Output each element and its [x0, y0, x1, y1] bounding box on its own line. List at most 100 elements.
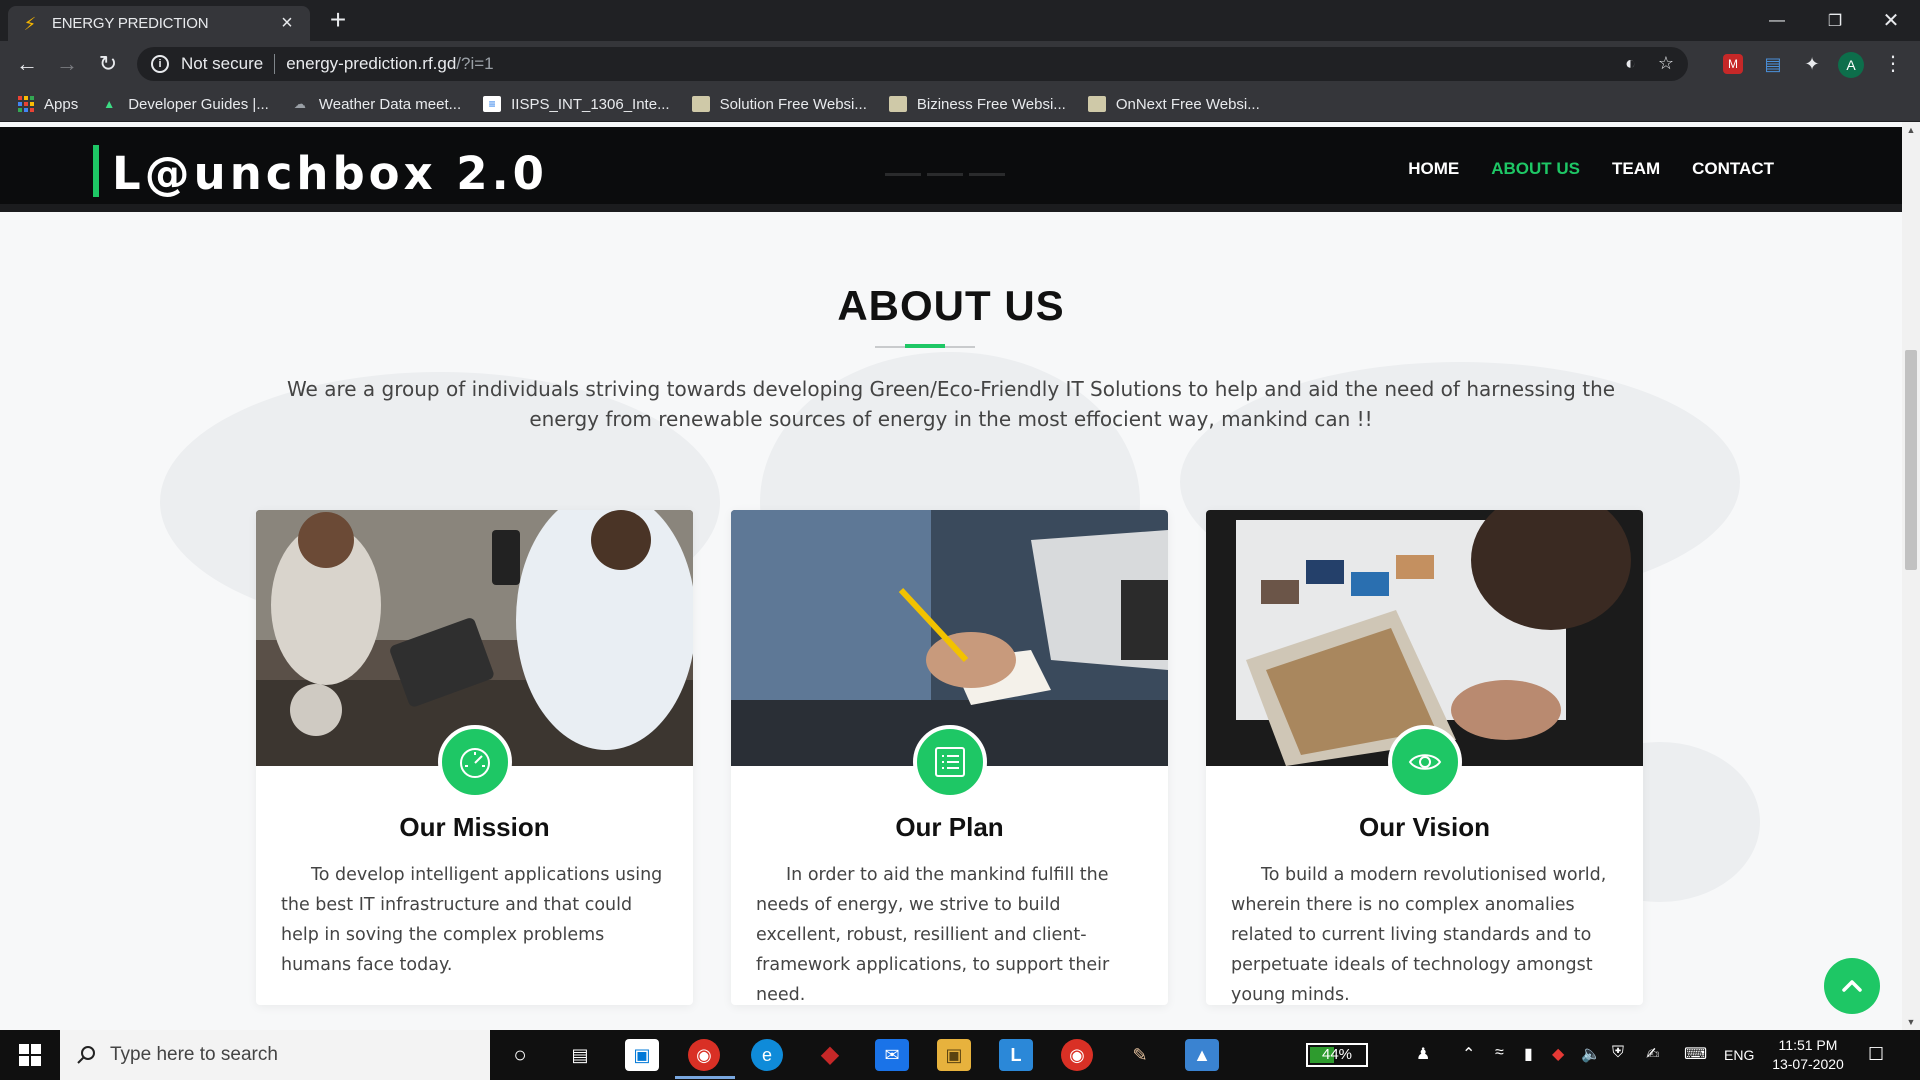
task-view-icon[interactable]: ▤: [563, 1039, 597, 1071]
file-explorer-icon[interactable]: ▣: [937, 1039, 971, 1071]
nav-about-us[interactable]: ABOUT US: [1491, 159, 1580, 179]
bookmark-label: Apps: [44, 95, 79, 113]
page-viewport: L@unchbox 2.0 HOME ABOUT US TEAM CONTACT…: [0, 122, 1902, 1030]
scroll-up-arrow-icon[interactable]: ▲: [1902, 122, 1920, 138]
launcher-l-icon[interactable]: L: [999, 1039, 1033, 1071]
reload-icon[interactable]: ↻: [93, 49, 123, 79]
battery-indicator[interactable]: 44%: [1306, 1043, 1368, 1067]
bookmark-star-icon[interactable]: ☆: [1658, 53, 1674, 74]
notifications-icon[interactable]: ☐: [1868, 1044, 1884, 1065]
taskbar-search-box[interactable]: Type here to search: [60, 1030, 490, 1080]
nav-home[interactable]: HOME: [1408, 159, 1459, 179]
bookmark-label: Biziness Free Websi...: [916, 95, 1066, 113]
bookmark-biziness[interactable]: Biziness Free Websi...: [888, 95, 1066, 113]
mcafee-extension-icon[interactable]: M: [1723, 54, 1743, 74]
card-text: To develop intelligent applications usin…: [281, 865, 663, 975]
card-vision: Our Vision To build a modern revolutioni…: [1206, 510, 1643, 1005]
bookmark-label: Solution Free Websi...: [719, 95, 867, 113]
browser-toolbar: ← → ↻ i Not secure energy-prediction.rf.…: [0, 41, 1920, 87]
bookmark-label: Developer Guides |...: [128, 95, 269, 113]
battery-tray-icon[interactable]: ▮: [1524, 1044, 1533, 1064]
list-icon: [913, 725, 987, 799]
menu-kebab-icon[interactable]: ⋮: [1880, 51, 1906, 77]
android-icon: ▲: [103, 97, 116, 111]
keyboard-icon[interactable]: ⌨: [1684, 1044, 1707, 1064]
minimize-icon[interactable]: —: [1748, 0, 1806, 41]
site-logo[interactable]: L@unchbox 2.0: [112, 147, 548, 200]
paint-icon[interactable]: ✎: [1123, 1039, 1157, 1071]
scroll-to-top-button[interactable]: [1824, 958, 1880, 1014]
photos-icon[interactable]: ▲: [1185, 1039, 1219, 1071]
wifi-icon[interactable]: ≈: [1495, 1044, 1504, 1062]
bookmark-iisps[interactable]: ≡ IISPS_INT_1306_Inte...: [483, 95, 670, 113]
cortana-icon[interactable]: ○: [503, 1039, 537, 1071]
reader-extension-icon[interactable]: ▤: [1760, 51, 1786, 77]
security-shield-icon[interactable]: ⛨: [1612, 1044, 1624, 1062]
logo-accent-bar: [93, 145, 99, 197]
site-thumbnail-icon: [888, 96, 907, 112]
window-close-icon[interactable]: ✕: [1862, 0, 1920, 41]
battery-percent: 44%: [1321, 1046, 1353, 1063]
info-icon[interactable]: i: [151, 55, 169, 73]
chrome-icon[interactable]: ◉: [688, 1039, 720, 1071]
profile-avatar[interactable]: A: [1838, 52, 1864, 78]
url-text[interactable]: energy-prediction.rf.gd/?i=1: [286, 54, 493, 74]
eye-slash-icon[interactable]: ◐: [1625, 53, 1636, 74]
bookmark-label: Weather Data meet...: [318, 95, 462, 113]
volume-icon[interactable]: 🔈: [1581, 1044, 1601, 1064]
lightning-favicon-icon: ⚡: [23, 13, 37, 34]
nav-contact[interactable]: CONTACT: [1692, 159, 1774, 179]
url-path: /?i=1: [456, 54, 494, 73]
bookmark-weather-data[interactable]: ☁ Weather Data meet...: [291, 96, 461, 113]
new-tab-icon[interactable]: +: [324, 6, 352, 34]
active-app-indicator: [675, 1076, 735, 1079]
pen-icon[interactable]: ✍: [1646, 1044, 1659, 1064]
site-thumbnail-icon: [1087, 96, 1106, 112]
store-icon[interactable]: ▣: [625, 1039, 659, 1071]
tab-title: ENERGY PREDICTION: [52, 15, 209, 32]
security-label: Not secure: [181, 54, 264, 73]
nav-team[interactable]: TEAM: [1612, 159, 1660, 179]
address-separator: [274, 54, 276, 74]
card-title: Our Plan: [895, 812, 1004, 842]
extensions-puzzle-icon[interactable]: ✦: [1799, 51, 1825, 77]
about-intro: We are a group of individuals striving t…: [286, 377, 1616, 431]
edge-icon[interactable]: e: [751, 1039, 783, 1071]
scroll-down-arrow-icon[interactable]: ▼: [1902, 1014, 1920, 1030]
apps-grid-icon: [18, 96, 34, 112]
page-scrollbar[interactable]: ▲ ▼: [1902, 122, 1920, 1030]
people-icon[interactable]: ♟: [1416, 1044, 1430, 1064]
search-icon: [77, 1046, 95, 1064]
main-nav: HOME ABOUT US TEAM CONTACT: [1408, 159, 1774, 179]
browser-title-bar: ⚡ ENERGY PREDICTION × + — ❐ ✕: [0, 0, 1920, 41]
back-arrow-icon[interactable]: ←: [12, 49, 42, 79]
speedometer-icon: [438, 725, 512, 799]
chrome-profile-icon[interactable]: ◉: [1061, 1039, 1093, 1071]
restore-icon[interactable]: ❐: [1806, 0, 1864, 41]
card-text: In order to aid the mankind fulfill the …: [756, 865, 1110, 1005]
browser-tab[interactable]: ⚡ ENERGY PREDICTION ×: [8, 6, 310, 41]
bookmarks-bar: Apps ▲ Developer Guides |... ☁ Weather D…: [0, 87, 1920, 122]
card-text: To build a modern revolutionised world, …: [1231, 865, 1607, 1005]
url-host: energy-prediction.rf.gd: [286, 54, 457, 73]
clock-date: 13-07-2020: [1772, 1056, 1844, 1072]
bookmark-developer-guides[interactable]: ▲ Developer Guides |...: [100, 96, 269, 113]
mail-icon[interactable]: ✉: [875, 1039, 909, 1071]
mcafee-icon[interactable]: ◆: [813, 1039, 847, 1071]
windows-start-icon[interactable]: [0, 1030, 60, 1080]
bookmark-solution[interactable]: Solution Free Websi...: [691, 95, 867, 113]
mcafee-tray-icon[interactable]: ◆: [1552, 1044, 1564, 1064]
forward-arrow-icon[interactable]: →: [52, 49, 82, 79]
card-title: Our Mission: [399, 812, 550, 842]
system-clock[interactable]: 11:51 PM 13-07-2020: [1768, 1036, 1848, 1074]
address-bar[interactable]: i Not secure energy-prediction.rf.gd/?i=…: [137, 47, 1688, 81]
windows-taskbar: Type here to search ○ ▤ ▣ ◉ e ◆ ✉ ▣ L ◉ …: [0, 1030, 1920, 1080]
chevron-up-tray-icon[interactable]: ⌃: [1462, 1044, 1475, 1064]
bookmark-onnext[interactable]: OnNext Free Websi...: [1087, 96, 1260, 113]
language-indicator[interactable]: ENG: [1724, 1047, 1754, 1063]
tab-close-icon[interactable]: ×: [276, 12, 298, 35]
bookmark-apps[interactable]: Apps: [18, 96, 78, 113]
bookmark-label: IISPS_INT_1306_Inte...: [511, 95, 670, 113]
scrollbar-thumb[interactable]: [1905, 350, 1917, 570]
slider-dots: [885, 173, 1005, 176]
